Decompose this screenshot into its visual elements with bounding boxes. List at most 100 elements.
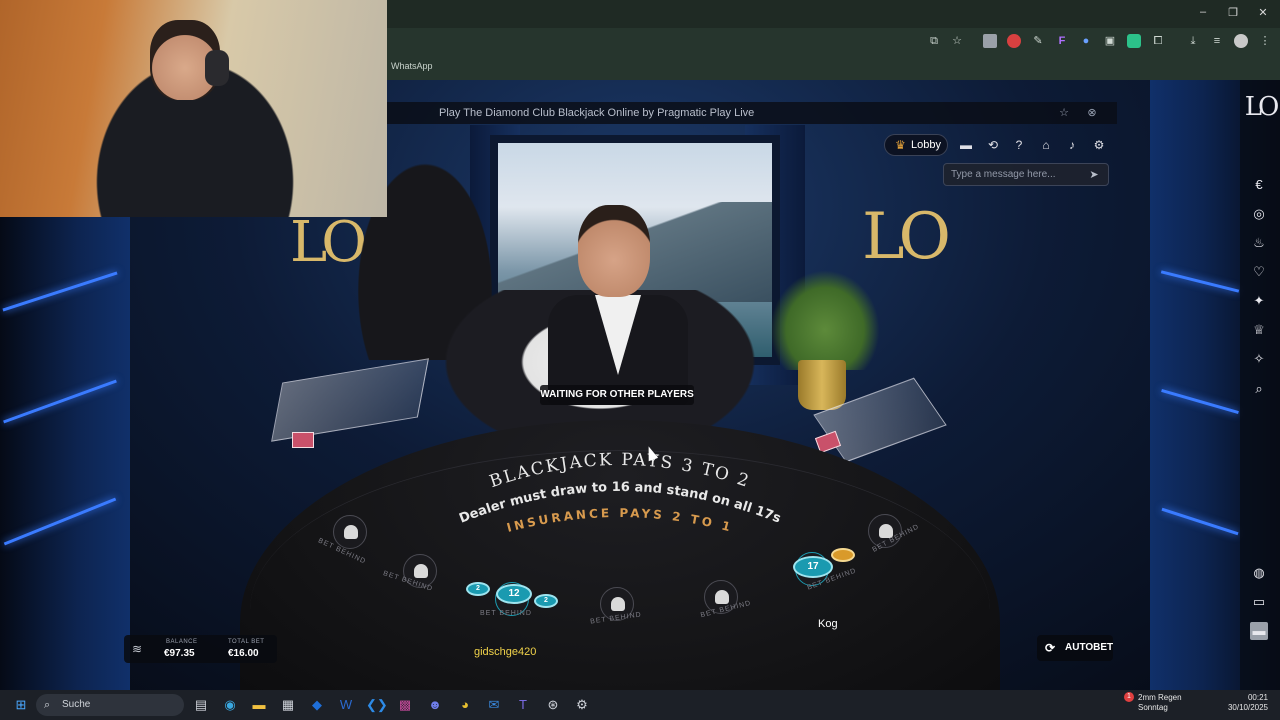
player-name-self: gidschge420 <box>474 646 537 658</box>
total-bet-value: €16.00 <box>228 648 259 659</box>
game-window-titlebar: Play The Diamond Club Blackjack Online b… <box>387 102 1117 124</box>
chat-toggle-icon[interactable]: ▬ <box>957 136 975 154</box>
flame-icon[interactable]: ♨ <box>1250 234 1268 252</box>
windows-start-icon[interactable]: ⊞ <box>11 695 31 715</box>
browser-toolbar <box>387 28 1280 56</box>
clock-time: 00:21 <box>1247 693 1268 702</box>
plant-pot <box>798 360 846 410</box>
extension-green-icon[interactable] <box>1127 34 1141 48</box>
extension-icon[interactable] <box>983 34 997 48</box>
edge-icon[interactable]: ◉ <box>220 695 240 715</box>
teams-icon[interactable]: T <box>513 695 533 715</box>
extensions-puzzle-icon[interactable]: ⧠ <box>1151 34 1165 48</box>
weather-widget[interactable]: 2mm Regen Sonntag <box>1138 693 1182 713</box>
browser-menu-icon[interactable]: ⋮ <box>1258 34 1272 48</box>
headset-icon[interactable]: ⌂ <box>1037 136 1055 154</box>
restore-icon[interactable]: ❐ <box>1223 6 1243 19</box>
autobet-button[interactable]: ⟳ AUTOBET <box>1037 635 1113 661</box>
install-icon[interactable]: ⧉ <box>927 34 941 48</box>
chip: 2 <box>534 594 558 608</box>
history-icon[interactable]: ⟲ <box>984 136 1002 154</box>
dropbox-icon[interactable]: ◆ <box>307 695 327 715</box>
system-clock[interactable]: 00:21 30/10/2025 <box>1220 693 1268 713</box>
chip-gold <box>831 548 855 562</box>
sparkle-icon[interactable]: ✦ <box>1250 292 1268 310</box>
taskbar-search-label: Suche <box>62 699 91 710</box>
word-icon[interactable]: W <box>336 695 356 715</box>
studio-logo-right: LO <box>862 200 951 274</box>
discord-icon[interactable]: ☻ <box>425 695 445 715</box>
vscode-icon[interactable]: ❮❯ <box>366 695 388 715</box>
extension-f-icon[interactable]: F <box>1055 34 1069 48</box>
minimize-icon[interactable]: – <box>1193 6 1213 18</box>
bookmark-star-icon[interactable]: ☆ <box>950 34 964 48</box>
profile-avatar[interactable] <box>1234 34 1248 48</box>
tablet-icon[interactable]: ▬ <box>1250 622 1268 640</box>
adblock-icon[interactable] <box>1007 34 1021 48</box>
crown-icon: ♛ <box>895 138 906 152</box>
store-icon[interactable]: ▦ <box>278 695 298 715</box>
favorite-star-icon[interactable]: ☆ <box>1057 106 1071 120</box>
lobby-button[interactable]: ♛ Lobby <box>884 134 948 156</box>
search-icon: ⌕ <box>44 699 51 711</box>
card-back <box>292 432 314 448</box>
casino-logo: LO <box>1244 92 1280 122</box>
balance-label: BALANCE <box>166 639 198 645</box>
table-arc-text: BLACKJACK PAYS 3 TO 2 Dealer must draw t… <box>457 450 783 535</box>
seat-1[interactable] <box>333 515 367 549</box>
close-window-icon[interactable]: ✕ <box>1253 6 1273 19</box>
search-icon[interactable]: ⌕ <box>1250 380 1268 398</box>
streamer-webcam <box>0 0 387 217</box>
chip-stack-seat-6: 17 <box>793 556 833 578</box>
media-icon[interactable]: ≡ <box>1210 34 1224 48</box>
settings-gear-icon[interactable]: ⚙ <box>1090 136 1108 154</box>
settings-gear-icon[interactable]: ⚙ <box>572 695 592 715</box>
dealer-head <box>578 205 650 297</box>
close-game-icon[interactable]: ⊗ <box>1085 106 1099 120</box>
headset <box>205 50 229 86</box>
extension-blue-icon[interactable]: ● <box>1079 34 1093 48</box>
chat-message-input[interactable] <box>943 163 1109 186</box>
weather-alert-badge: 1 <box>1124 692 1134 702</box>
autobet-label: AUTOBET <box>1065 642 1114 653</box>
euro-icon[interactable]: € <box>1250 176 1268 194</box>
chrome-icon[interactable]: ◕ <box>455 695 475 715</box>
seat-available-icon <box>611 597 625 611</box>
bookmarks-bar: WhatsApp <box>387 56 1280 80</box>
game-window-title: Play The Diamond Club Blackjack Online b… <box>439 107 755 119</box>
casino-side-menu: LO € ◎ ♨ ♡ ✦ ♕ ✧ ⌕ ◍ ▭ ▬ <box>1240 80 1280 690</box>
magic-icon[interactable]: ✧ <box>1250 350 1268 368</box>
plant <box>770 270 880 370</box>
player-name-other: Kog <box>818 618 838 630</box>
eyedropper-icon[interactable]: ✎ <box>1031 34 1045 48</box>
file-explorer-icon[interactable]: ▬ <box>249 695 269 715</box>
repeat-icon: ⟳ <box>1045 641 1056 655</box>
trophy-icon[interactable]: ♕ <box>1250 321 1268 339</box>
total-bet-label: TOTAL BET <box>228 639 265 645</box>
lobby-label: Lobby <box>911 139 941 151</box>
weather-condition: 2mm Regen <box>1138 693 1182 702</box>
sound-icon[interactable]: ♪ <box>1063 136 1081 154</box>
bookmark-whatsapp[interactable]: WhatsApp <box>391 61 433 71</box>
clock-date: 30/10/2025 <box>1227 703 1268 712</box>
task-view-icon[interactable]: ▤ <box>191 695 211 715</box>
chip-stack-seat-3: 12 <box>496 584 532 604</box>
chip: 2 <box>466 582 490 596</box>
help-icon[interactable]: ? <box>1010 136 1028 154</box>
chip-stack-icon: ≋ <box>132 642 143 656</box>
mail-icon[interactable]: ✉ <box>484 695 504 715</box>
taskbar-search[interactable]: ⌕ Suche <box>36 694 184 716</box>
app-icon[interactable]: ⊛ <box>543 695 563 715</box>
send-icon[interactable]: ➤ <box>1086 167 1102 183</box>
extension-box-icon[interactable]: ▣ <box>1103 34 1117 48</box>
heart-card-icon[interactable]: ♡ <box>1250 263 1268 281</box>
balance-value: €97.35 <box>164 648 195 659</box>
download-icon[interactable]: ⤓ <box>1186 34 1200 48</box>
bag-icon[interactable]: ▭ <box>1250 593 1268 611</box>
weather-day: Sonntag <box>1138 703 1168 712</box>
chat-icon[interactable]: ◍ <box>1250 564 1268 582</box>
seat-available-icon <box>414 564 428 578</box>
target-icon[interactable]: ◎ <box>1250 205 1268 223</box>
app-icon[interactable]: ▩ <box>395 695 415 715</box>
table-text-insurance: INSURANCE PAYS 2 TO 1 <box>505 506 734 535</box>
